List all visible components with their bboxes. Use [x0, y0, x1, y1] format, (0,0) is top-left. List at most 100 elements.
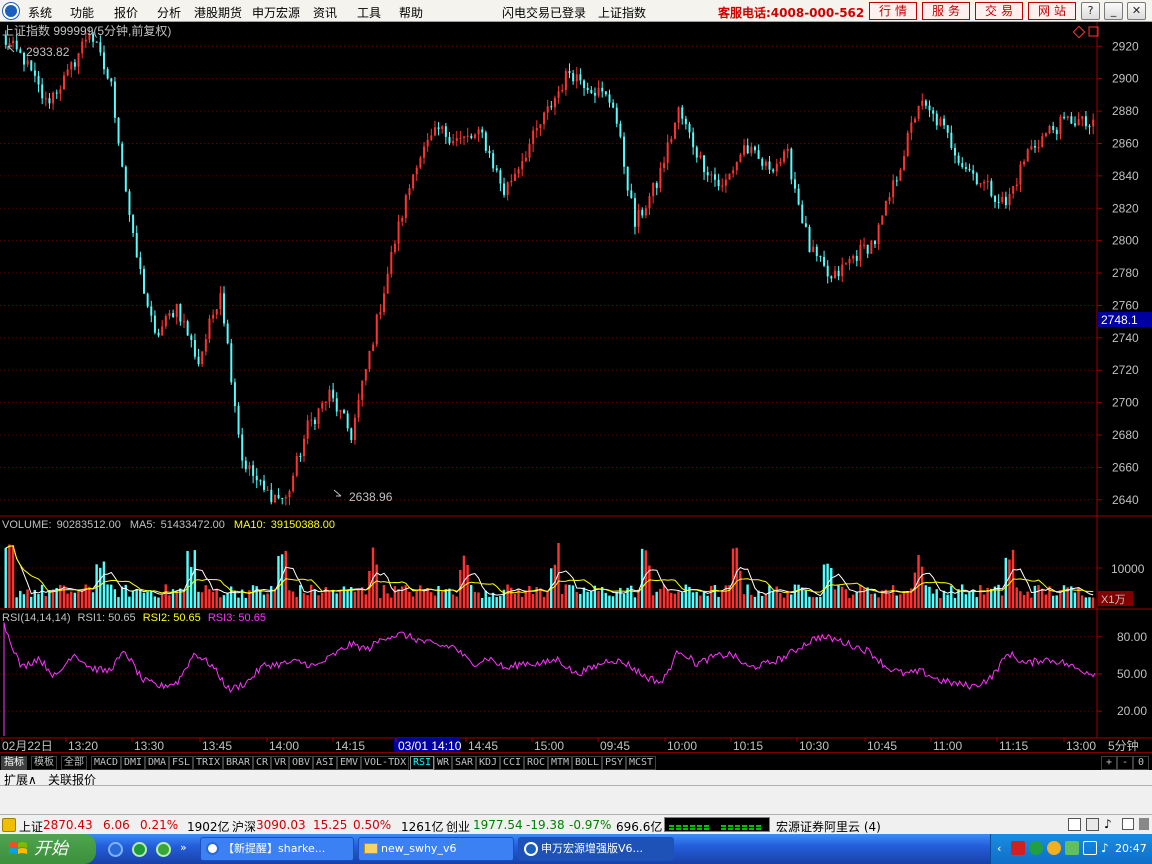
- keyboard-icon[interactable]: [1086, 818, 1099, 831]
- volume-bar: [444, 589, 447, 608]
- menu-item-function[interactable]: 功能: [70, 4, 94, 21]
- indicator-tab-kdj[interactable]: KDJ: [476, 756, 501, 770]
- indicator-tab-macd[interactable]: MACD: [91, 756, 122, 770]
- volume-bar: [244, 597, 247, 608]
- candle-body: [790, 148, 793, 180]
- volume-bar: [677, 591, 680, 608]
- volume-bar: [582, 587, 586, 608]
- candle-body: [353, 417, 356, 441]
- indicator-tab-sar[interactable]: SAR: [452, 756, 477, 770]
- indicator-tab-vr[interactable]: VR: [271, 756, 290, 770]
- indicator-tab-trix[interactable]: TRIX: [193, 756, 224, 770]
- volume-bar: [429, 592, 433, 608]
- candle-body: [466, 135, 469, 137]
- tray-app-icon[interactable]: [1011, 841, 1025, 855]
- time-axis-label: 13:20: [68, 739, 98, 753]
- menu-item-quote[interactable]: 报价: [114, 4, 138, 21]
- menu-item-hk-futures[interactable]: 港股期货: [194, 4, 242, 21]
- hs-index-pct: 0.50%: [353, 818, 392, 832]
- task-folder[interactable]: new_swhy_v6: [358, 837, 514, 861]
- candle-body: [699, 155, 702, 158]
- indicator-tab-rsi[interactable]: RSI: [410, 756, 435, 770]
- service-button[interactable]: 服务: [922, 2, 970, 20]
- period-label[interactable]: 5分钟: [1108, 738, 1139, 753]
- minimize-button[interactable]: _: [1104, 2, 1123, 20]
- indicator-tab-cci[interactable]: CCI: [500, 756, 525, 770]
- close-icon[interactable]: ✕: [1127, 2, 1146, 20]
- indicator-tab-asi[interactable]: ASI: [313, 756, 338, 770]
- indicator-tab-dmi[interactable]: DMI: [121, 756, 146, 770]
- indicator-tab-psy[interactable]: PSY: [602, 756, 627, 770]
- antenna-icon[interactable]: ♪: [1104, 817, 1112, 831]
- menu-item-help[interactable]: 帮助: [399, 4, 423, 21]
- indicator-tab-全部[interactable]: 全部: [61, 756, 87, 770]
- ie-icon[interactable]: [108, 842, 123, 857]
- sh-index-amount: 1902亿: [187, 820, 230, 834]
- candle-body: [492, 153, 495, 169]
- indicator-tab-roc[interactable]: ROC: [524, 756, 549, 770]
- help-window-button[interactable]: ?: [1081, 2, 1100, 20]
- web-icon[interactable]: [156, 842, 171, 857]
- indicator-tab-mcst[interactable]: MCST: [626, 756, 657, 770]
- settings-icon[interactable]: [1122, 818, 1134, 830]
- volume-bar: [979, 585, 982, 608]
- volume-bar: [953, 597, 957, 608]
- window-icon[interactable]: [1068, 818, 1081, 831]
- indicator-tab-emv[interactable]: EMV: [337, 756, 362, 770]
- menu-item-news[interactable]: 资讯: [313, 4, 337, 21]
- volume-bar: [393, 586, 397, 608]
- lock-screen-icon[interactable]: [1139, 818, 1149, 830]
- tray-security-icon[interactable]: [1029, 841, 1043, 855]
- indicator-tab-模板[interactable]: 模板: [31, 756, 57, 770]
- trade-button[interactable]: 交易: [975, 2, 1023, 20]
- candle-body: [852, 255, 855, 259]
- volume-bar: [651, 595, 655, 608]
- quote-button[interactable]: 行情: [869, 2, 917, 20]
- indicator-tab-wr[interactable]: WR: [434, 756, 453, 770]
- menu-item-system[interactable]: 系统: [28, 4, 52, 21]
- volume-bar: [408, 591, 411, 608]
- indicator-tab-指标[interactable]: 指标: [1, 756, 27, 770]
- tray-shield-icon[interactable]: [1065, 841, 1079, 855]
- zoom-in-button[interactable]: +: [1101, 756, 1117, 770]
- candle-body: [746, 145, 749, 154]
- zoom-out-button[interactable]: -: [1117, 756, 1133, 770]
- candle-body: [335, 398, 338, 412]
- candle-body: [233, 382, 236, 407]
- menu-item-swhy[interactable]: 申万宏源: [252, 4, 300, 21]
- indicator-tab-obv[interactable]: OBV: [289, 756, 314, 770]
- volume-bar: [1051, 595, 1055, 608]
- broker-server[interactable]: 宏源证券阿里云 (4): [776, 818, 881, 835]
- menu-item-tools[interactable]: 工具: [357, 4, 381, 21]
- tray-expand-icon[interactable]: ‹: [997, 842, 1001, 855]
- zoom-reset-button[interactable]: 0: [1133, 756, 1149, 770]
- indicator-tab-vol-tdx[interactable]: VOL-TDX: [361, 756, 410, 770]
- volume-icon[interactable]: ♪: [1101, 841, 1109, 855]
- task-swhy-app[interactable]: 申万宏源增强版V6...: [518, 837, 674, 861]
- tray-update-icon[interactable]: [1047, 841, 1061, 855]
- candle-body: [408, 188, 411, 196]
- candle-body: [968, 168, 971, 171]
- volume-bar: [488, 596, 491, 608]
- candle-body: [110, 78, 113, 82]
- browser-icon[interactable]: [132, 842, 147, 857]
- candle-body: [241, 434, 244, 461]
- indicator-tab-mtm[interactable]: MTM: [548, 756, 573, 770]
- indicator-tab-cr[interactable]: CR: [253, 756, 272, 770]
- website-button[interactable]: 网站: [1028, 2, 1076, 20]
- task-browser[interactable]: 【新提醒】sharke...: [200, 837, 354, 861]
- browser-task-icon: [206, 842, 219, 855]
- menu-item-analysis[interactable]: 分析: [157, 4, 181, 21]
- taskbar-more-icon[interactable]: »: [180, 842, 190, 857]
- candle-body: [1088, 126, 1091, 128]
- start-button[interactable]: 开始: [0, 834, 96, 864]
- candle-body: [441, 126, 444, 130]
- candle-body: [415, 167, 418, 175]
- indicator-tab-boll[interactable]: BOLL: [572, 756, 603, 770]
- volume-bar: [19, 590, 22, 608]
- indicator-tab-brar[interactable]: BRAR: [223, 756, 254, 770]
- indicator-tab-dma[interactable]: DMA: [145, 756, 170, 770]
- network-icon[interactable]: [1083, 841, 1097, 855]
- indicator-tab-fsl[interactable]: FSL: [169, 756, 194, 770]
- volume-bar: [88, 586, 91, 608]
